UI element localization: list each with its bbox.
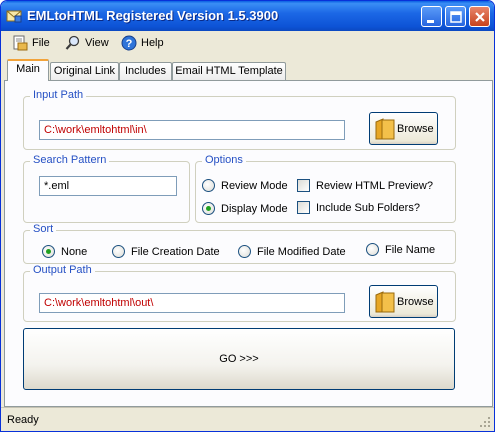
search-pattern-legend: Search Pattern [30,154,110,166]
minimize-button[interactable] [421,6,442,27]
menu-help-label: Help [141,37,164,49]
options-legend: Options [202,154,246,166]
review-html-preview-label: Review HTML Preview? [316,179,433,192]
display-mode-label: Display Mode [221,202,288,215]
menu-file[interactable]: File [12,34,50,52]
radio-circle[interactable] [112,245,125,258]
input-path-field[interactable]: C:\work\emltohtml\in\ [39,120,345,140]
close-icon [475,12,485,22]
folder-icon [375,291,395,313]
app-icon [6,10,22,23]
help-icon: ? [121,35,137,51]
sort-modified-date-radio[interactable]: File Modified Date [238,245,346,258]
options-group: Options Review Mode Display Mode Review … [195,154,456,223]
checkbox-box[interactable] [297,201,310,214]
maximize-button[interactable] [445,6,466,27]
sort-creation-date-radio[interactable]: File Creation Date [112,245,220,258]
sort-group: Sort None File Creation Date File Modifi… [23,223,456,264]
menu-help[interactable]: ? Help [121,34,164,52]
input-browse-label: Browse [397,123,434,135]
menu-file-label: File [32,37,50,49]
app-window: EMLtoHTML Registered Version 1.5.3900 Fi… [0,0,495,432]
sort-legend: Sort [30,223,57,235]
tab-main[interactable]: Main [7,59,49,81]
radio-circle[interactable] [366,243,379,256]
menu-view[interactable]: View [65,34,109,52]
window-title: EMLtoHTML Registered Version 1.5.3900 [27,8,279,23]
search-pattern-group: Search Pattern *.eml [23,154,190,223]
display-mode-radio[interactable]: Display Mode [202,202,288,215]
resize-grip-icon[interactable] [479,416,491,428]
tab-email-html-template[interactable]: Email HTML Template [172,62,286,80]
go-button-label: GO >>> [219,353,259,365]
maximize-icon [450,11,462,23]
review-mode-radio[interactable]: Review Mode [202,179,288,192]
menu-bar: File View ? Help [1,31,494,54]
tab-includes[interactable]: Includes [119,62,172,80]
output-path-field[interactable]: C:\work\emltohtml\out\ [39,293,345,313]
file-icon [13,35,28,51]
checkbox-box[interactable] [297,179,310,192]
sort-modified-date-label: File Modified Date [257,245,346,258]
input-browse-button[interactable]: Browse [369,112,438,145]
radio-circle[interactable] [202,202,215,215]
sort-file-name-label: File Name [385,243,436,256]
sort-none-label: None [61,245,88,258]
review-mode-label: Review Mode [221,179,288,192]
sort-none-radio[interactable]: None [42,245,87,258]
magnifier-icon [65,35,80,50]
menu-view-label: View [85,37,109,49]
go-button[interactable]: GO >>> [23,328,455,390]
status-text: Ready [7,414,39,426]
svg-text:?: ? [126,38,133,50]
radio-circle[interactable] [42,245,55,258]
radio-circle[interactable] [202,179,215,192]
title-bar[interactable]: EMLtoHTML Registered Version 1.5.3900 [1,1,494,31]
tab-original-link[interactable]: Original Link [50,62,119,80]
input-path-legend: Input Path [30,89,87,101]
sort-file-name-radio[interactable]: File Name [366,243,435,256]
status-bar: Ready [1,407,494,431]
include-sub-folders-checkbox[interactable]: Include Sub Folders? [297,201,420,214]
folder-icon [375,118,395,140]
output-browse-button[interactable]: Browse [369,285,438,318]
include-sub-folders-label: Include Sub Folders? [316,201,420,214]
radio-circle[interactable] [238,245,251,258]
output-browse-label: Browse [397,296,434,308]
review-html-preview-checkbox[interactable]: Review HTML Preview? [297,179,433,192]
output-path-group: Output Path C:\work\emltohtml\out\ Brows… [23,264,456,322]
sort-creation-date-label: File Creation Date [131,245,220,258]
input-path-group: Input Path C:\work\emltohtml\in\ Browse [23,89,456,150]
minimize-icon [427,20,434,23]
search-pattern-field[interactable]: *.eml [39,176,177,196]
output-path-legend: Output Path [30,264,95,276]
close-button[interactable] [469,6,490,27]
